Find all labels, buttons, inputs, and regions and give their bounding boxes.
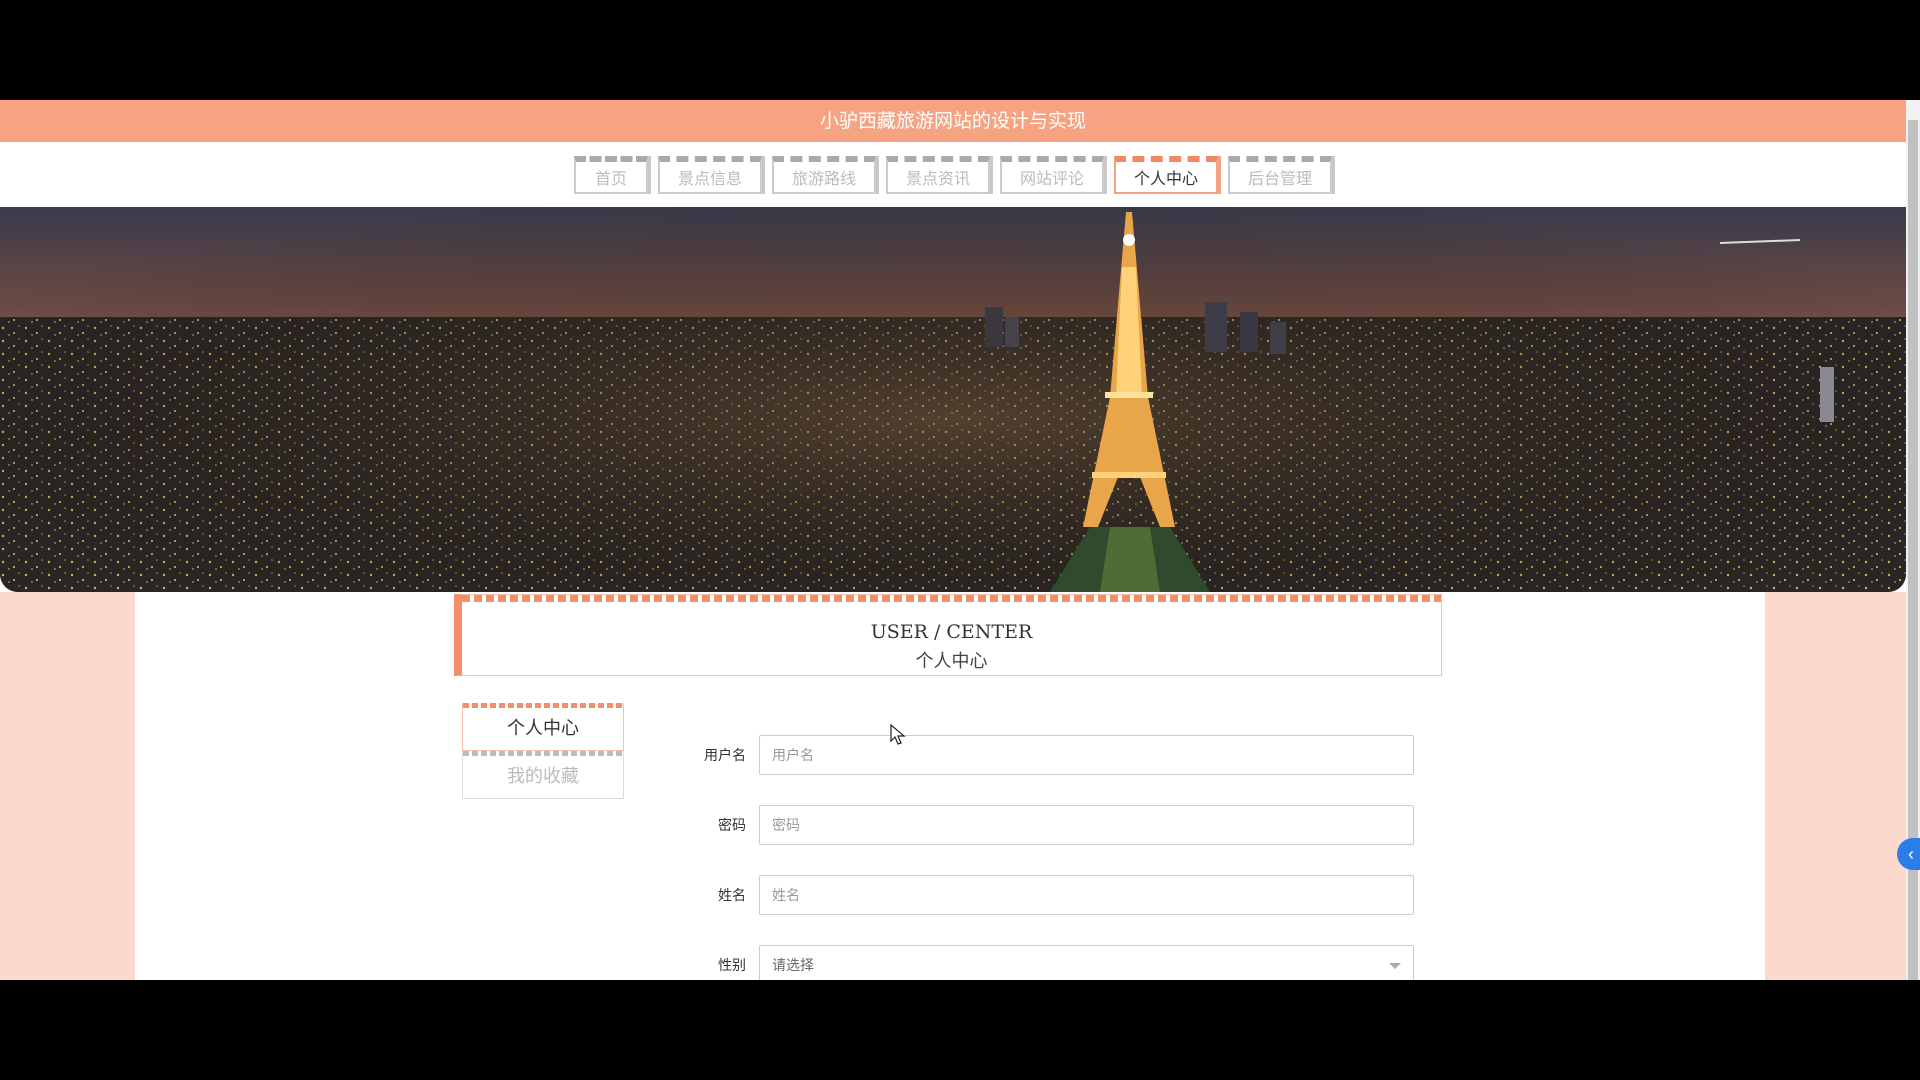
gender-label: 性别 [718,957,746,973]
nav-routes[interactable]: 旅游路线 [771,155,876,194]
banner-image [0,207,1906,592]
form-row-password: 密码 [690,805,1414,845]
nav-attractions[interactable]: 景点信息 [657,155,762,194]
password-label: 密码 [718,817,746,833]
username-input[interactable] [759,735,1414,775]
form-row-username: 用户名 [690,735,1414,775]
name-input[interactable] [759,875,1414,915]
nav-admin[interactable]: 后台管理 [1228,155,1333,194]
decorative-side-left [0,592,135,980]
menu-item-favorites[interactable]: 我的收藏 [462,751,624,799]
gender-select[interactable]: 请选择 [759,945,1414,980]
password-input[interactable] [759,805,1414,845]
nav-user-center[interactable]: 个人中心 [1114,155,1219,194]
nav-comments[interactable]: 网站评论 [1000,155,1105,194]
nav-news[interactable]: 景点资讯 [885,155,990,194]
name-label: 姓名 [718,887,746,903]
username-label: 用户名 [704,747,746,763]
decorative-scallop-left [122,592,138,980]
city-night-illustration [0,207,1906,592]
user-center-menu: 个人中心 我的收藏 [462,703,624,799]
decorative-side-right [1765,592,1906,980]
form-row-name: 姓名 [690,875,1414,915]
section-title-en: USER / CENTER [870,621,1033,643]
nav-home[interactable]: 首页 [573,155,648,194]
menu-item-user-center[interactable]: 个人中心 [462,703,624,751]
site-title-bar: 小驴西藏旅游网站的设计与实现 [0,100,1906,142]
main-nav: 首页 景点信息 旅游路线 景点资讯 网站评论 个人中心 后台管理 [0,142,1906,207]
mouse-pointer-icon [890,724,906,745]
caret-down-icon [1389,963,1401,969]
browser-viewport: 小驴西藏旅游网站的设计与实现 首页 景点信息 旅游路线 景点资讯 网站评论 个人… [0,100,1920,980]
site-title: 小驴西藏旅游网站的设计与实现 [819,110,1086,132]
form-row-gender: 性别 请选择 [690,945,1414,980]
gender-select-value: 请选择 [772,957,814,973]
decorative-scallop-right [1759,592,1775,980]
section-title-cn: 个人中心 [915,651,988,672]
section-header: USER / CENTER 个人中心 [454,594,1442,676]
